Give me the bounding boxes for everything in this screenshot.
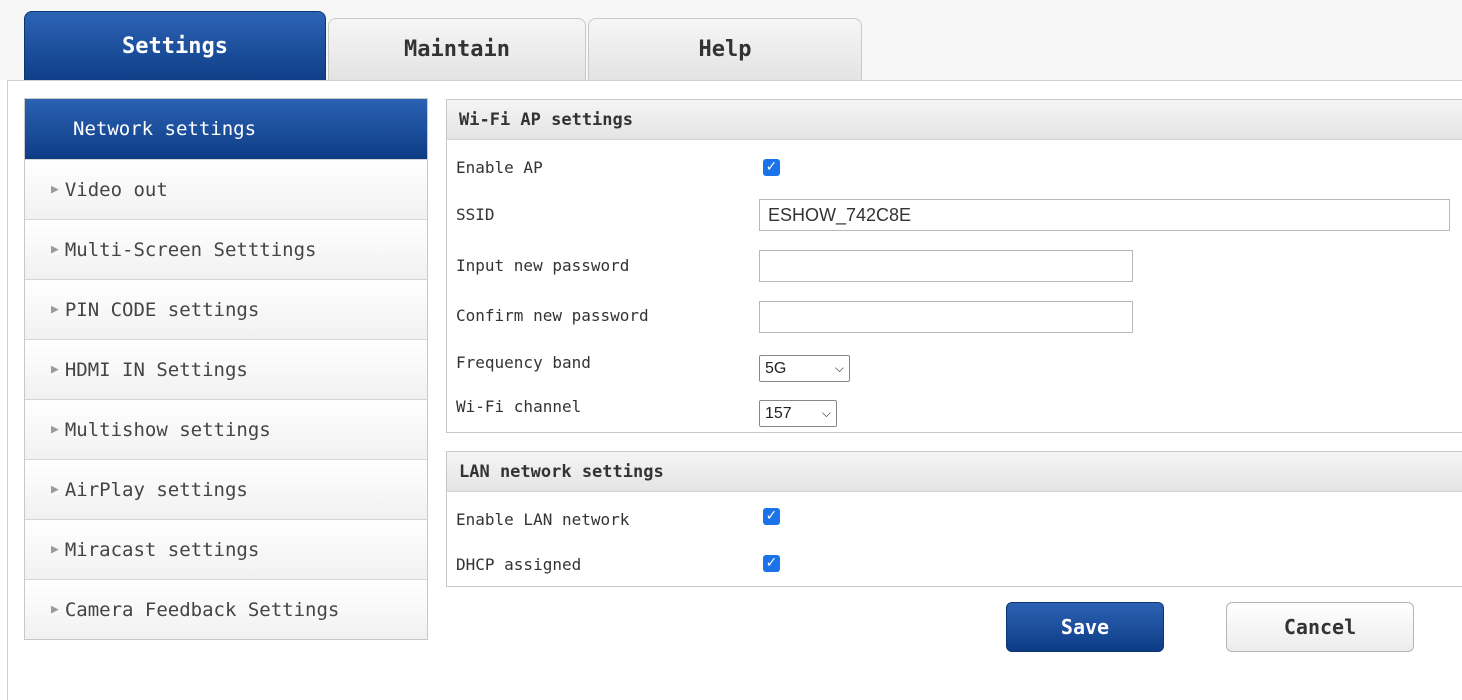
ssid-value: ESHOW_742C8E <box>768 204 912 225</box>
confirm-password-input[interactable] <box>759 301 1133 333</box>
sidebar-item-pin-code-settings[interactable]: ▶ PIN CODE settings <box>25 279 427 339</box>
enable-lan-checkbox[interactable]: ✓ <box>763 508 780 525</box>
sidebar-item-label: Miracast settings <box>64 538 260 561</box>
wifi-ap-section: Wi-Fi AP settings Enable AP ✓ SSID ESHOW… <box>446 99 1462 433</box>
chevron-down-icon: ⌵ <box>834 361 844 375</box>
frequency-band-select[interactable]: 5G ⌵ <box>759 355 850 382</box>
wifi-channel-select[interactable]: 157 ⌵ <box>759 400 837 427</box>
enable-ap-label: Enable AP <box>456 158 543 177</box>
tab-help[interactable]: Help <box>588 18 862 80</box>
check-icon: ✓ <box>765 555 778 571</box>
section-title: Wi-Fi AP settings <box>447 100 1462 140</box>
frequency-band-value: 5G <box>765 359 787 377</box>
arrow-right-icon: ▶ <box>51 482 59 497</box>
sidebar-item-label: AirPlay settings <box>64 478 248 501</box>
arrow-right-icon: ▶ <box>51 182 59 197</box>
sidebar-item-multishow-settings[interactable]: ▶ Multishow settings <box>25 399 427 459</box>
sidebar-item-airplay-settings[interactable]: ▶ AirPlay settings <box>25 459 427 519</box>
enable-lan-label: Enable LAN network <box>456 510 630 529</box>
confirm-password-label: Confirm new password <box>456 306 649 325</box>
sidebar-item-label: HDMI IN Settings <box>64 358 248 381</box>
sidebar-item-label: PIN CODE settings <box>64 298 260 321</box>
arrow-right-icon: ▶ <box>51 542 59 557</box>
tab-settings[interactable]: Settings <box>24 11 326 81</box>
sidebar-item-network-settings[interactable]: Network settings <box>25 99 427 159</box>
sidebar: Network settings ▶ Video out ▶ Multi-Scr… <box>24 98 428 640</box>
section-title: LAN network settings <box>447 452 1462 492</box>
frequency-band-label: Frequency band <box>456 353 591 372</box>
sidebar-item-label: Video out <box>64 178 168 201</box>
arrow-right-icon: ▶ <box>51 602 59 617</box>
ssid-input[interactable]: ESHOW_742C8E <box>759 199 1450 231</box>
dhcp-label: DHCP assigned <box>456 555 582 574</box>
sidebar-item-label: Network settings <box>73 118 257 140</box>
new-password-label: Input new password <box>456 256 630 275</box>
lan-network-section: LAN network settings Enable LAN network … <box>446 451 1462 587</box>
new-password-input[interactable] <box>759 250 1133 282</box>
wifi-channel-label: Wi-Fi channel <box>456 397 582 416</box>
sidebar-item-hdmi-in-settings[interactable]: ▶ HDMI IN Settings <box>25 339 427 399</box>
save-button[interactable]: Save <box>1006 602 1164 652</box>
enable-ap-checkbox[interactable]: ✓ <box>763 159 780 176</box>
tab-maintain[interactable]: Maintain <box>328 18 586 80</box>
arrow-right-icon: ▶ <box>51 242 59 257</box>
dhcp-checkbox[interactable]: ✓ <box>763 555 780 572</box>
arrow-right-icon: ▶ <box>51 362 59 377</box>
arrow-right-icon: ▶ <box>51 422 59 437</box>
sidebar-item-label: Camera Feedback Settings <box>64 598 340 621</box>
check-icon: ✓ <box>765 508 778 524</box>
sidebar-item-label: Multi-Screen Setttings <box>64 238 317 261</box>
sidebar-item-video-out[interactable]: ▶ Video out <box>25 159 427 219</box>
cancel-button[interactable]: Cancel <box>1226 602 1414 652</box>
check-icon: ✓ <box>765 159 778 175</box>
sidebar-item-miracast-settings[interactable]: ▶ Miracast settings <box>25 519 427 579</box>
chevron-down-icon: ⌵ <box>821 406 831 420</box>
wifi-channel-value: 157 <box>765 404 792 422</box>
sidebar-item-multi-screen-settings[interactable]: ▶ Multi-Screen Setttings <box>25 219 427 279</box>
sidebar-item-camera-feedback-settings[interactable]: ▶ Camera Feedback Settings <box>25 579 427 639</box>
sidebar-item-label: Multishow settings <box>64 418 271 441</box>
arrow-right-icon: ▶ <box>51 302 59 317</box>
ssid-label: SSID <box>456 205 495 224</box>
